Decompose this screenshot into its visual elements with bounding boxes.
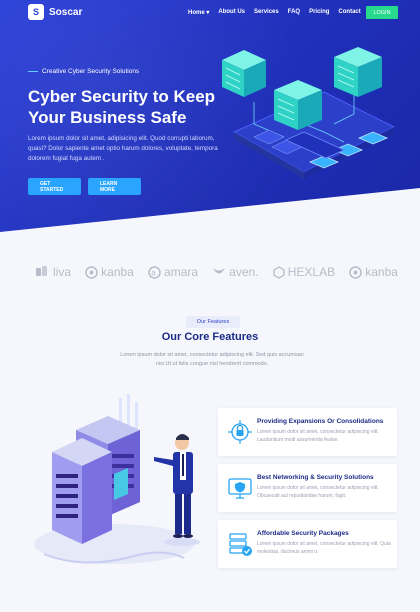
- brand-liva: liva: [36, 265, 71, 279]
- nav-item-faq[interactable]: FAQ: [288, 9, 300, 16]
- login-button[interactable]: LOGIN: [366, 6, 398, 19]
- logo[interactable]: S Soscar: [28, 4, 82, 20]
- nav-item-about[interactable]: About Us: [218, 9, 245, 16]
- brand-name: amara: [164, 265, 199, 279]
- hero-section: S Soscar Home ▾ About Us Services FAQ Pr…: [0, 0, 420, 232]
- brand-name: kanba: [365, 265, 398, 279]
- brand-hexlab: HEXLAB: [273, 265, 335, 279]
- kanba-logo-icon: [349, 265, 362, 279]
- get-started-button[interactable]: GET STARTED: [28, 178, 81, 195]
- monitor-shield-icon: [228, 478, 252, 499]
- server-isometric-illustration: [222, 47, 396, 179]
- hero-subtitle-text: Creative Cyber Security Solutions: [42, 68, 140, 75]
- feature-card-title: Providing Expansions Or Consolidations: [257, 418, 384, 425]
- features-text: Lorem ipsum dolor sit amet, consectetur …: [120, 352, 304, 367]
- nav-links: Home ▾ About Us Services FAQ Pricing Con…: [188, 9, 361, 16]
- network-lock-icon: [228, 420, 252, 444]
- feature-card-title: Affordable Security Packages: [257, 530, 349, 537]
- brand-name: aven.: [229, 265, 259, 279]
- brand-amara: a amara: [148, 265, 198, 279]
- subtitle-line: [28, 71, 38, 72]
- nav-item-services[interactable]: Services: [254, 9, 279, 16]
- server-check-icon: [229, 533, 252, 556]
- shield-icon: S: [28, 4, 44, 20]
- feature-card-text: Lorem ipsum dolor sit amet, consectetur …: [257, 429, 379, 443]
- amara-logo-icon: a: [148, 265, 161, 279]
- navbar: S Soscar Home ▾ About Us Services FAQ Pr…: [0, 0, 420, 26]
- kanba-logo-icon: [85, 265, 98, 279]
- server-room-illustration: [34, 394, 200, 564]
- brand-aven: aven.: [212, 265, 259, 279]
- hero-buttons: GET STARTED LEARN MORE: [28, 178, 141, 195]
- feature-card-text: Lorem ipsum dolor sit amet, consectetur …: [257, 541, 391, 555]
- hexlab-logo-icon: [273, 265, 285, 279]
- brand-name: liva: [53, 265, 72, 279]
- feature-cards: Providing Expansions Or Consolidations L…: [218, 408, 397, 576]
- nav-item-home[interactable]: Home ▾: [188, 9, 209, 16]
- brand-logos: liva kanba a amara aven. HEXLAB kanba: [36, 265, 398, 279]
- features-badge: Our Features: [186, 316, 240, 328]
- brand-kanba-2: kanba: [349, 265, 398, 279]
- brand-name: HEXLAB: [287, 265, 336, 279]
- svg-text:a: a: [151, 268, 156, 277]
- brand-name: kanba: [101, 265, 134, 279]
- learn-more-button[interactable]: LEARN MORE: [88, 178, 141, 195]
- feature-card-text: Lorem ipsum dolor sit amet, consectetur …: [257, 485, 379, 499]
- nav-item-pricing[interactable]: Pricing: [309, 9, 329, 16]
- hero-text: Lorem ipsum dolor sit amet, adipisicing …: [28, 135, 218, 162]
- aven-logo-icon: [213, 268, 226, 274]
- feature-card-2[interactable]: Best Networking & Security Solutions Lor…: [218, 464, 397, 512]
- features-title: Our Core Features: [161, 331, 259, 343]
- nav-item-contact[interactable]: Contact: [338, 9, 360, 16]
- hero-subtitle: Creative Cyber Security Solutions: [28, 68, 139, 75]
- hero-title: Cyber Security to Keep Your Business Saf…: [28, 87, 216, 127]
- feature-card-title: Best Networking & Security Solutions: [257, 474, 374, 481]
- brand-kanba-1: kanba: [85, 265, 134, 279]
- feature-card-3[interactable]: Affordable Security Packages Lorem ipsum…: [218, 520, 397, 568]
- feature-card-1[interactable]: Providing Expansions Or Consolidations L…: [218, 408, 397, 456]
- liva-logo-icon: [36, 266, 47, 276]
- logo-text: Soscar: [49, 6, 83, 18]
